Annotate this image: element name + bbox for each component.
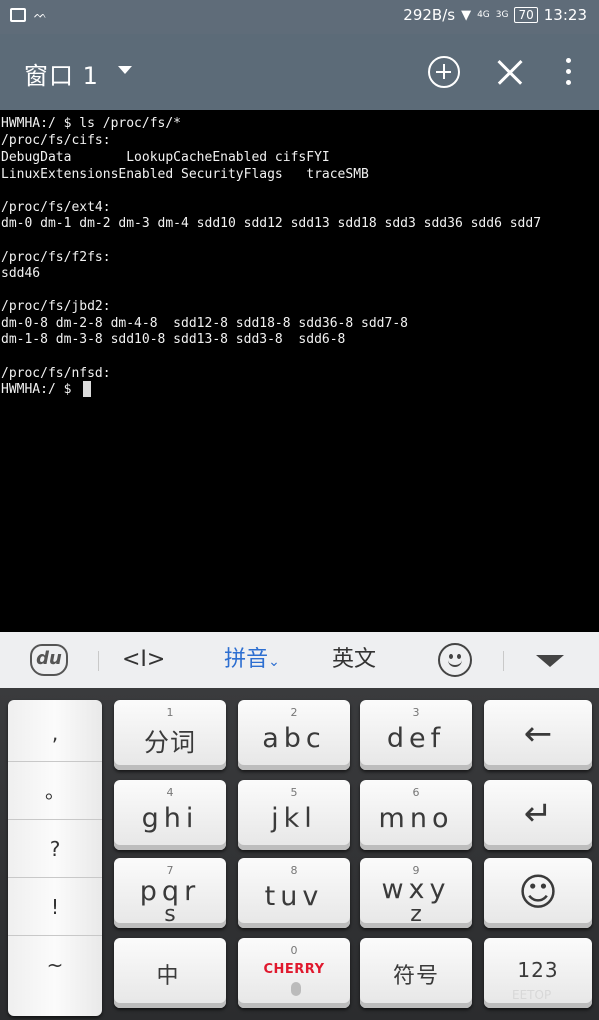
pinyin-tab[interactable]: 拼音⌄ <box>214 642 290 678</box>
punct-question[interactable]: ? <box>8 820 102 878</box>
emoji-face-icon[interactable] <box>438 643 472 677</box>
close-window-button[interactable] <box>494 56 526 88</box>
smiley-icon: ☺ <box>518 870 558 914</box>
divider <box>98 651 99 671</box>
key-label: tuv <box>264 881 324 912</box>
signal-3g: 3G <box>495 10 509 20</box>
key-hint: 4 <box>166 786 174 799</box>
key-hint: 6 <box>412 786 420 799</box>
terminal-cursor <box>83 381 91 397</box>
app-bar: 窗口 1 <box>0 34 599 110</box>
key-label: 中 <box>156 964 184 989</box>
symbols-key[interactable]: 符号 <box>360 938 472 1008</box>
key-label: mno <box>378 803 454 834</box>
terminal-line: /proc/fs/nfsd: <box>1 366 111 381</box>
terminal-line: HWMHA:/ $ ls /proc/fs/* <box>1 116 182 131</box>
status-bar: ᨓ 292B/s ▼ 4G 3G 70 13:23 <box>0 0 599 34</box>
punct-period[interactable]: 。 <box>8 762 102 820</box>
punctuation-column[interactable]: , 。 ? ! ~ <box>8 700 102 1016</box>
key-label: 分词 <box>143 728 196 757</box>
battery-icon: 70 <box>514 7 538 23</box>
enter-key[interactable]: ↵ <box>484 780 592 850</box>
collapse-keyboard-icon[interactable] <box>536 655 564 667</box>
emoji-key[interactable]: ☺ <box>484 858 592 928</box>
punct-comma[interactable]: , <box>8 704 102 762</box>
key-label: 符号 <box>392 964 439 989</box>
key-hint: 0 <box>290 944 298 957</box>
terminal-line: dm-1-8 dm-3-8 sdd10-8 sdd13-8 sdd3-8 sdd… <box>1 332 346 347</box>
more-menu-button[interactable] <box>560 58 576 88</box>
key-label: ghi <box>141 803 199 834</box>
terminal-line: LinuxExtensionsEnabled SecurityFlags tra… <box>1 167 369 182</box>
key-sublabel: z <box>410 902 422 927</box>
punct-tilde[interactable]: ~ <box>8 936 102 994</box>
terminal-line: DebugData LookupCacheEnabled cifsFYI <box>1 150 330 165</box>
terminal-line: /proc/fs/ext4: <box>1 200 111 215</box>
watermark: EETOP <box>512 988 552 1002</box>
terminal-prompt: HWMHA:/ $ <box>1 382 80 397</box>
cherry-logo: CHERRY <box>263 962 325 977</box>
key-sublabel: s <box>164 902 176 927</box>
cursor-tool-button[interactable]: <I> <box>122 642 165 678</box>
chevron-down-icon[interactable] <box>118 66 132 74</box>
backspace-key[interactable]: ← <box>484 700 592 770</box>
chevron-down-icon: ⌄ <box>268 654 280 670</box>
window-title[interactable]: 窗口 1 <box>24 56 99 91</box>
terminal-line: sdd46 <box>1 266 41 281</box>
key-hint: 3 <box>412 706 420 719</box>
key-label: jkl <box>271 803 317 834</box>
enter-icon: ↵ <box>523 794 553 834</box>
punct-exclaim[interactable]: ! <box>8 878 102 936</box>
net-speed: 292B/s <box>403 6 456 24</box>
key-label: 123 <box>517 958 559 982</box>
key-1-fenci[interactable]: 1 分词 <box>114 700 226 770</box>
key-hint: 2 <box>290 706 298 719</box>
wifi-icon: ▼ <box>461 7 472 23</box>
key-label: def <box>386 723 446 754</box>
clock: 13:23 <box>543 6 587 24</box>
key-5-jkl[interactable]: 5 jkl <box>238 780 350 850</box>
space-key[interactable]: 0 CHERRY <box>238 938 350 1008</box>
terminal-output[interactable]: HWMHA:/ $ ls /proc/fs/* /proc/fs/cifs: D… <box>0 110 599 632</box>
key-4-ghi[interactable]: 4 ghi <box>114 780 226 850</box>
key-hint: 8 <box>290 864 298 877</box>
key-hint: 1 <box>166 706 174 719</box>
key-8-tuv[interactable]: 8 tuv <box>238 858 350 928</box>
backspace-icon: ← <box>523 714 553 754</box>
notification-icon <box>10 8 26 22</box>
zhong-key[interactable]: 中 <box>114 938 226 1008</box>
keyboard-toolbar: du <I> 拼音⌄ 英文 <box>0 632 599 688</box>
divider <box>503 651 504 671</box>
add-window-button[interactable] <box>428 56 460 88</box>
key-2-abc[interactable]: 2 abc <box>238 700 350 770</box>
key-hint: 5 <box>290 786 298 799</box>
key-label: wxy <box>381 874 451 905</box>
key-3-def[interactable]: 3 def <box>360 700 472 770</box>
key-7-pqrs[interactable]: 7 pqr s <box>114 858 226 928</box>
terminal-line: dm-0-8 dm-2-8 dm-4-8 sdd12-8 sdd18-8 sdd… <box>1 316 408 331</box>
signal-4g: 4G <box>477 10 490 20</box>
pinyin-label: 拼音 <box>224 647 269 672</box>
key-6-mno[interactable]: 6 mno <box>360 780 472 850</box>
microphone-icon <box>291 982 301 996</box>
terminal-line: /proc/fs/f2fs: <box>1 250 111 265</box>
key-9-wxyz[interactable]: 9 wxy z <box>360 858 472 928</box>
terminal-line: /proc/fs/cifs: <box>1 133 111 148</box>
key-label: abc <box>262 723 326 754</box>
terminal-line: dm-0 dm-1 dm-2 dm-3 dm-4 sdd10 sdd12 sdd… <box>1 216 542 231</box>
du-logo-icon[interactable]: du <box>30 644 68 676</box>
signal-mini-icon: ᨓ <box>34 8 48 21</box>
terminal-line: /proc/fs/jbd2: <box>1 299 111 314</box>
english-tab[interactable]: 英文 <box>326 642 382 678</box>
